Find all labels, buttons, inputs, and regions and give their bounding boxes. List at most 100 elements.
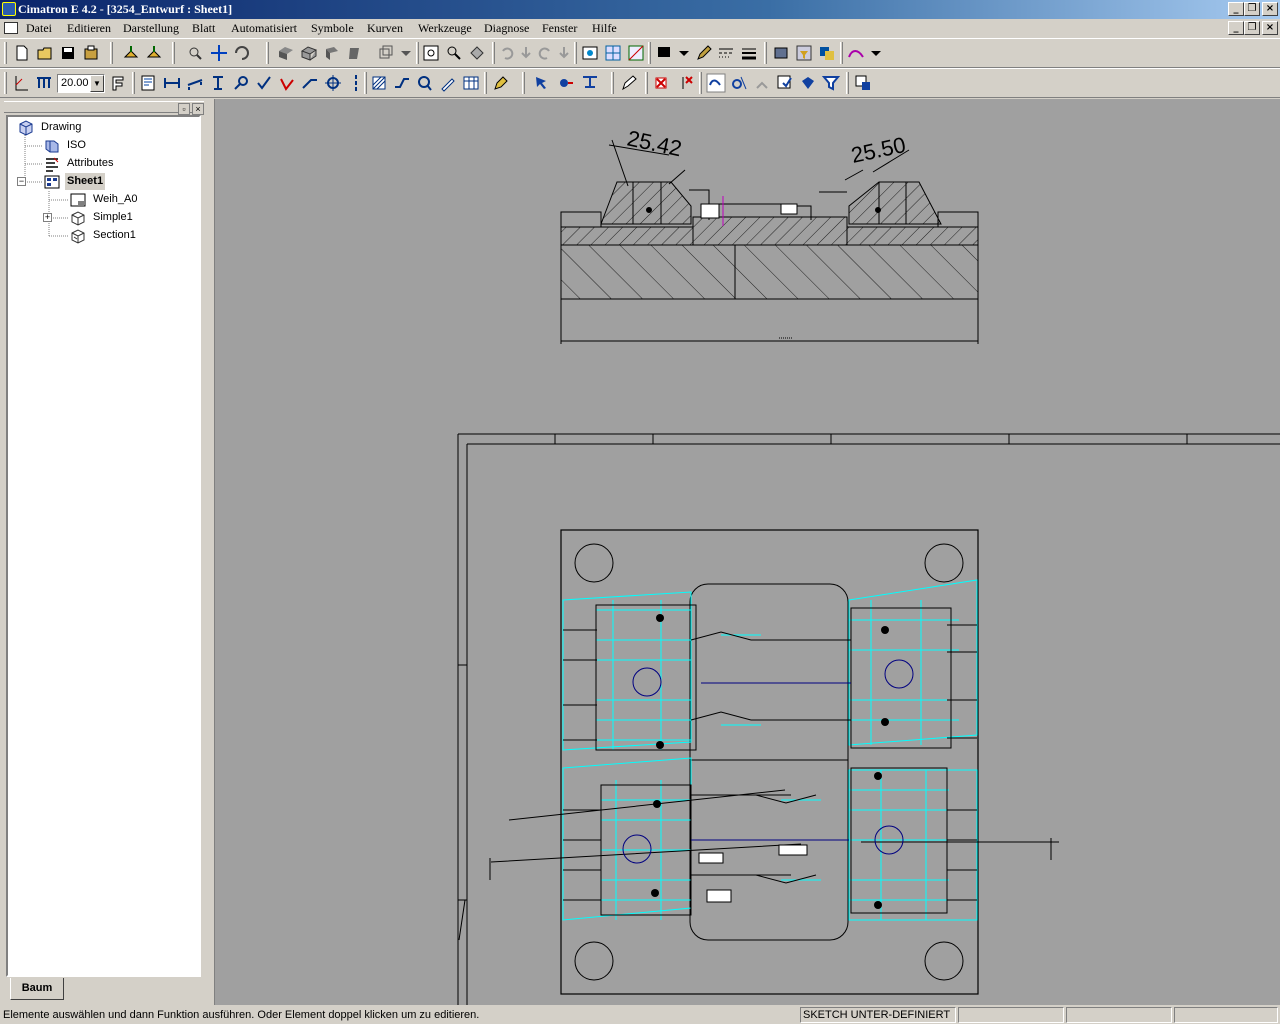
exit-sketch-icon[interactable] [853,73,873,93]
linear-dim-icon[interactable] [185,73,205,93]
toolbar-grip[interactable] [4,72,7,94]
menu-symbole[interactable]: Symbole [309,20,356,36]
delete-entity-icon[interactable] [652,73,672,93]
view-create-icon[interactable] [138,73,158,93]
toolbar-grip[interactable] [266,42,269,64]
toolbar-grip[interactable] [699,72,702,94]
table-icon[interactable] [461,73,481,93]
zoom-pan-icon[interactable] [185,43,205,63]
undo-icon[interactable] [497,43,517,63]
window-minimize-button[interactable]: _ [1228,2,1244,16]
delete-icon[interactable] [675,73,695,93]
menu-datei[interactable]: Datei [24,20,54,36]
view-frame-icon[interactable] [580,43,600,63]
format-icon[interactable] [108,73,128,93]
document-system-icon[interactable] [4,22,18,34]
dimension-left[interactable]: 25.42 [625,125,684,161]
menu-kurven[interactable]: Kurven [365,20,405,36]
new-file-icon[interactable] [12,43,32,63]
toolbar-grip[interactable] [645,72,648,94]
hidden-line-icon[interactable] [322,43,342,63]
tab-baum[interactable]: Baum [10,978,64,1000]
color-swatch-icon[interactable] [654,43,674,63]
curve-dropdown-icon[interactable] [866,43,886,63]
text-annotation-icon[interactable] [438,73,458,93]
redo-icon[interactable] [535,43,555,63]
toolbar-grip[interactable] [846,72,849,94]
redo-step-icon[interactable] [554,43,574,63]
sketch-filter-icon[interactable] [821,73,841,93]
menu-werkzeuge[interactable]: Werkzeuge [416,20,474,36]
zoom-dynamic-icon[interactable] [467,43,487,63]
toolbar-grip[interactable] [132,72,135,94]
window-close-button[interactable]: × [1262,2,1278,16]
zoom-all-icon[interactable] [421,43,441,63]
toolbar-grip[interactable] [764,42,767,64]
check-icon[interactable] [254,73,274,93]
toolbar-grip[interactable] [648,42,651,64]
color-dropdown-icon[interactable] [674,43,694,63]
app-icon[interactable] [2,2,16,16]
scale-combobox[interactable]: 20.00 ▼ [57,74,105,93]
menu-automatisiert[interactable]: Automatisiert [229,20,299,36]
tree-collapse-sheet1[interactable]: − [17,177,26,186]
toolbar-grip[interactable] [416,42,419,64]
toolbar-grip[interactable] [574,42,577,64]
zoom-window-icon[interactable] [444,43,464,63]
layer-filter-icon[interactable] [794,43,814,63]
line-width-icon[interactable] [739,43,759,63]
fix-icon[interactable] [752,73,772,93]
layer-manager-icon[interactable] [817,43,837,63]
select-entity-icon[interactable] [532,73,552,93]
horizontal-dim-icon[interactable] [162,73,182,93]
leader-icon[interactable] [300,73,320,93]
tree-panel-header[interactable]: ▫ × [4,101,204,115]
toolbar-grip[interactable] [611,72,614,94]
section-view[interactable] [560,139,979,344]
render-view-icon[interactable] [345,43,365,63]
view-orient-dropdown-icon[interactable] [396,43,416,63]
angle-dim-icon[interactable] [277,73,297,93]
menu-fenster[interactable]: Fenster [540,20,579,36]
view-orient-icon[interactable] [376,43,396,63]
save-all-icon[interactable] [81,43,101,63]
toolbar-grip[interactable] [172,42,175,64]
toolbar-grip[interactable] [840,42,843,64]
toolbar-grip[interactable] [110,42,113,64]
ordinate-dim-icon[interactable] [208,73,228,93]
toolbar-grip[interactable] [492,42,495,64]
wireframe-view-icon[interactable] [299,43,319,63]
tree-expand-simple1[interactable]: + [43,213,52,222]
center-mark-icon[interactable] [323,73,343,93]
menu-hilfe[interactable]: Hilfe [590,20,619,36]
window-restore-button[interactable]: ❐ [1244,2,1260,16]
constraint-icon[interactable] [706,73,726,93]
menu-blatt[interactable]: Blatt [190,20,217,36]
plan-view[interactable] [489,529,1059,995]
layer-icon[interactable] [771,43,791,63]
feature-tree[interactable]: Drawing ISO Attributes − Sheet1 Weih_A0 … [6,115,201,977]
centerline-icon[interactable] [346,73,366,93]
select-all-icon[interactable] [580,73,600,93]
move-icon[interactable] [209,43,229,63]
rotate-icon[interactable] [232,43,252,63]
toolbar-grip[interactable] [522,72,525,94]
menu-darstellung[interactable]: Darstellung [121,20,181,36]
doc-minimize-button[interactable]: _ [1228,21,1244,35]
export-icon[interactable] [144,43,164,63]
hatch-icon[interactable] [369,73,389,93]
drawing-canvas[interactable]: 25.42 25.50 [214,99,1280,1005]
cad-drawing[interactable]: 25.42 25.50 [215,99,1280,1005]
select-chain-icon[interactable] [556,73,576,93]
grid-icon[interactable] [603,43,623,63]
snap-icon[interactable] [626,43,646,63]
import-icon[interactable] [121,43,141,63]
sketch-pen-icon[interactable] [619,73,639,93]
menu-diagnose[interactable]: Diagnose [482,20,531,36]
toolbar-grip[interactable] [484,72,487,94]
tangent-icon[interactable] [729,73,749,93]
panel-close-icon[interactable]: × [192,103,204,115]
doc-close-button[interactable]: × [1262,21,1278,35]
dimension-right[interactable]: 25.50 [849,132,908,168]
radius-dim-icon[interactable] [231,73,251,93]
